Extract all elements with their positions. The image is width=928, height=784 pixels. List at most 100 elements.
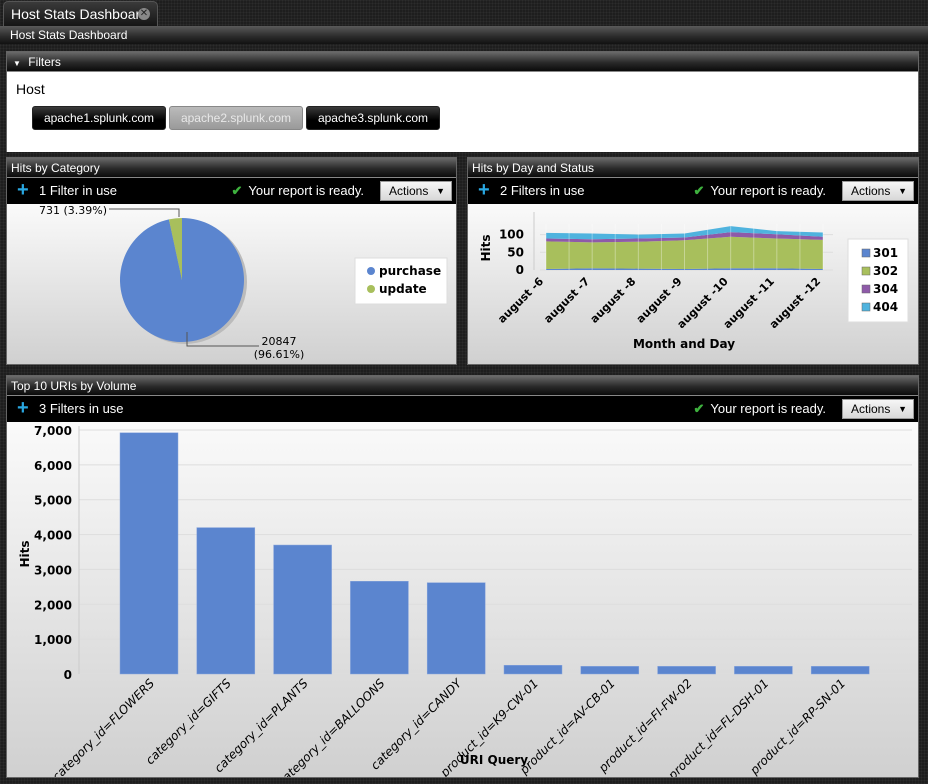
bar[interactable]	[273, 544, 332, 675]
y-tick-label: 1,000	[34, 633, 72, 647]
legend-swatch-update	[367, 285, 375, 293]
top-uris-panel: Top 10 URIs by Volume + 3 Filters in use…	[6, 375, 919, 784]
legend-swatch-304	[861, 284, 871, 294]
bar[interactable]	[196, 527, 256, 675]
actions-dropdown[interactable]: Actions ▼	[380, 181, 452, 201]
legend-swatch-301	[861, 248, 871, 258]
y-tick-label: 3,000	[34, 563, 72, 577]
y-tick-label: 100	[499, 228, 524, 242]
bar[interactable]	[734, 666, 793, 675]
host-toggle-apache2[interactable]: apache2.splunk.com	[169, 106, 303, 130]
leader-line-update	[109, 208, 180, 217]
y-tick-label: 6,000	[34, 459, 72, 473]
pie-legend: purchase update	[354, 257, 448, 305]
tab-title: Host Stats Dashboard	[11, 6, 148, 22]
report-toolbar: + 2 Filters in use ✔ Your report is ready…	[468, 178, 918, 204]
bar[interactable]	[657, 666, 716, 675]
pie-chart: 731 (3.39%) 20847 (96.61%) purchase upda…	[39, 204, 448, 361]
x-tick-label: august -6	[495, 275, 546, 326]
x-tick-label: august -8	[588, 275, 639, 326]
report-status: ✔ Your report is ready.	[693, 396, 826, 422]
app-title-bar: Host Stats Dashboard	[0, 26, 928, 44]
host-toggle-apache3[interactable]: apache3.splunk.com	[306, 106, 440, 130]
bar[interactable]	[503, 665, 563, 675]
plus-icon[interactable]: +	[478, 178, 490, 203]
bar[interactable]	[810, 666, 870, 675]
legend-label-302: 302	[873, 264, 898, 278]
filters-title: Filters	[28, 55, 61, 69]
x-axis-label: URI Query	[460, 753, 528, 767]
actions-label: Actions	[851, 184, 891, 198]
status-text: Your report is ready.	[248, 183, 364, 198]
y-axis-label: Hits	[479, 234, 493, 261]
report-status: ✔ Your report is ready.	[231, 178, 364, 204]
x-tick-label: category_id=GIFTS	[143, 676, 234, 767]
hits-by-day-status-panel: Hits by Day and Status + 2 Filters in us…	[467, 157, 919, 365]
legend-swatch-purchase	[367, 267, 375, 275]
legend-label-purchase: purchase	[379, 264, 441, 278]
y-tick-label: 7,000	[34, 424, 72, 438]
y-tick-label: 0	[516, 263, 524, 277]
x-tick-label: august -9	[634, 275, 685, 326]
status-text: Your report is ready.	[710, 183, 826, 198]
panel-title: Hits by Day and Status	[468, 158, 918, 178]
panel-title: Hits by Category	[7, 158, 456, 178]
checkmark-icon: ✔	[231, 183, 243, 198]
legend-label-update: update	[379, 282, 427, 296]
plus-icon[interactable]: +	[17, 396, 29, 421]
caret-down-icon: ▼	[898, 404, 907, 414]
legend-swatch-404	[861, 302, 871, 312]
triangle-down-icon[interactable]: ▼	[13, 59, 21, 68]
y-tick-label: 50	[507, 245, 524, 259]
panel-title: Top 10 URIs by Volume	[7, 376, 918, 396]
actions-dropdown[interactable]: Actions ▼	[842, 181, 914, 201]
bar[interactable]	[426, 582, 486, 675]
host-label: Host	[16, 81, 45, 97]
legend-label-304: 304	[873, 282, 898, 296]
bar[interactable]	[580, 666, 640, 675]
filters-body: Host apache1.splunk.com apache2.splunk.c…	[7, 72, 918, 152]
checkmark-icon: ✔	[693, 401, 705, 416]
filters-panel: ▼ Filters Host apache1.splunk.com apache…	[6, 51, 919, 152]
area-legend: 301 302 304 404	[847, 238, 909, 323]
y-tick-label: 5,000	[34, 494, 72, 508]
hits-by-category-panel: Hits by Category + 1 Filter in use ✔ Your…	[6, 157, 457, 365]
x-tick-label: category_id=FLOWERS	[50, 676, 158, 777]
legend-label-301: 301	[873, 246, 898, 260]
caret-down-icon: ▼	[898, 186, 907, 196]
status-text: Your report is ready.	[710, 401, 826, 416]
close-circle-icon[interactable]: ✕	[138, 8, 150, 20]
filters-panel-header[interactable]: ▼ Filters	[7, 52, 918, 72]
checkmark-icon: ✔	[693, 183, 705, 198]
host-toggle-apache1[interactable]: apache1.splunk.com	[32, 106, 166, 130]
legend-swatch-302	[861, 266, 871, 276]
report-status: ✔ Your report is ready.	[693, 178, 826, 204]
y-tick-label: 4,000	[34, 529, 72, 543]
y-tick-label: 2,000	[34, 598, 72, 612]
actions-label: Actions	[389, 184, 429, 198]
filters-in-use-link[interactable]: 2 Filters in use	[500, 178, 585, 204]
filters-in-use-link[interactable]: 3 Filters in use	[39, 396, 124, 422]
report-toolbar: + 1 Filter in use ✔ Your report is ready.…	[7, 178, 456, 204]
filters-in-use-link[interactable]: 1 Filter in use	[39, 178, 117, 204]
pie-label-update: 731 (3.39%)	[39, 204, 107, 217]
bar[interactable]	[119, 432, 179, 675]
legend-label-404: 404	[873, 300, 898, 314]
plus-icon[interactable]: +	[17, 178, 29, 203]
actions-dropdown[interactable]: Actions ▼	[842, 399, 914, 419]
actions-label: Actions	[851, 402, 891, 416]
x-axis-label: Month and Day	[633, 337, 735, 351]
pie-chart-area: 731 (3.39%) 20847 (96.61%) purchase upda…	[7, 204, 456, 364]
area-chart-area: 0 50 100 Hits august -6 august -7 august -8 aug…	[468, 204, 918, 364]
tab-host-stats-dashboard[interactable]: Host Stats Dashboard ✕	[3, 1, 158, 26]
bar[interactable]	[350, 581, 409, 675]
area-chart: 0 50 100 Hitsaugust -6august -7august -8aug…	[479, 212, 909, 351]
tab-bar: Host Stats Dashboard ✕	[0, 0, 928, 26]
pie-pct-purchase: (96.61%)	[254, 348, 305, 361]
bar-chart-area: 0 1,000 2,000 3,000 4,000 5,000 6,000 7,000 Hits…	[7, 422, 918, 784]
caret-down-icon: ▼	[436, 186, 445, 196]
bar-chart: 0 1,000 2,000 3,000 4,000 5,000 6,000 7,000 Hits…	[18, 424, 912, 784]
y-tick-label: 0	[64, 668, 72, 682]
y-axis-label: Hits	[18, 540, 32, 567]
x-tick-label: august -7	[541, 275, 592, 326]
